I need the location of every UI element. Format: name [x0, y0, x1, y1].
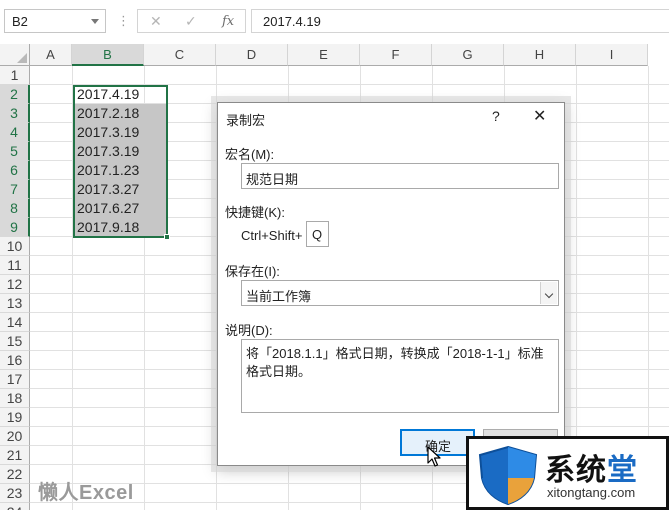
row-header-1[interactable]: 1 — [0, 66, 30, 85]
logo-brand: 系统堂 — [545, 453, 638, 488]
row-header-14[interactable]: 14 — [0, 313, 30, 332]
row-header-21[interactable]: 21 — [0, 446, 30, 465]
row-header-9[interactable]: 9 — [0, 218, 30, 237]
chevron-down-icon[interactable] — [91, 19, 99, 24]
store-in-value: 当前工作簿 — [246, 289, 312, 304]
store-in-label: 保存在(I): — [225, 264, 280, 279]
column-header-b[interactable]: B — [72, 44, 144, 66]
row-header-17[interactable]: 17 — [0, 370, 30, 389]
description-label: 说明(D): — [225, 323, 273, 338]
name-box-value: B2 — [12, 14, 28, 29]
description-input[interactable]: 将「2018.1.1」格式日期，转换成「2018-1-1」标准格式日期。 — [241, 339, 559, 413]
name-box[interactable]: B2 — [4, 9, 106, 33]
insert-function-icon[interactable]: fx — [222, 14, 234, 29]
shortcut-key-input[interactable]: Q — [306, 221, 329, 247]
fill-handle[interactable] — [164, 234, 170, 240]
record-macro-dialog: 录制宏 ? ✕ 宏名(M): 规范日期 快捷键(K): Ctrl+Shift+ … — [217, 102, 565, 466]
row-header-20[interactable]: 20 — [0, 427, 30, 446]
row-header-7[interactable]: 7 — [0, 180, 30, 199]
column-header-h[interactable]: H — [504, 44, 576, 66]
row-header-3[interactable]: 3 — [0, 104, 30, 123]
row-header-10[interactable]: 10 — [0, 237, 30, 256]
store-in-select[interactable]: 当前工作簿 — [241, 280, 559, 306]
row-header-11[interactable]: 11 — [0, 256, 30, 275]
column-header-c[interactable]: C — [144, 44, 216, 66]
row-header-22[interactable]: 22 — [0, 465, 30, 484]
row-header-6[interactable]: 6 — [0, 161, 30, 180]
description-value: 将「2018.1.1」格式日期，转换成「2018-1-1」标准格式日期。 — [246, 346, 544, 379]
row-header-23[interactable]: 23 — [0, 484, 30, 503]
cancel-icon[interactable]: ✕ — [150, 13, 162, 30]
shortcut-key-value: Q — [312, 227, 323, 242]
row-header-13[interactable]: 13 — [0, 294, 30, 313]
help-button[interactable]: ? — [492, 108, 500, 124]
macro-name-value: 规范日期 — [246, 172, 299, 187]
row-header-5[interactable]: 5 — [0, 142, 30, 161]
column-header-d[interactable]: D — [216, 44, 288, 66]
logo-site: xitongtang.com — [547, 485, 636, 500]
close-button[interactable]: ✕ — [533, 106, 546, 126]
column-header-e[interactable]: E — [288, 44, 360, 66]
selection-range — [73, 85, 170, 240]
row-header-12[interactable]: 12 — [0, 275, 30, 294]
macro-name-label: 宏名(M): — [225, 147, 275, 162]
mouse-pointer-icon — [427, 446, 441, 467]
column-header-g[interactable]: G — [432, 44, 504, 66]
column-header-a[interactable]: A — [30, 44, 72, 66]
check-icon[interactable]: ✓ — [185, 13, 197, 30]
site-logo: 系统堂 xitongtang.com — [466, 436, 669, 510]
formula-bar-grip-icon: ⋮ — [117, 13, 130, 28]
watermark: 懒人Excel — [38, 482, 134, 504]
row-header-8[interactable]: 8 — [0, 199, 30, 218]
row-header-19[interactable]: 19 — [0, 408, 30, 427]
shortcut-label: 快捷键(K): — [225, 205, 285, 220]
select-all-button[interactable] — [0, 44, 30, 66]
row-header-4[interactable]: 4 — [0, 123, 30, 142]
row-header-18[interactable]: 18 — [0, 389, 30, 408]
row-header-16[interactable]: 16 — [0, 351, 30, 370]
row-header-24[interactable]: 24 — [0, 503, 30, 510]
formula-buttons: ✕ ✓ fx — [137, 9, 246, 33]
chevron-down-icon[interactable] — [540, 282, 557, 304]
column-header-f[interactable]: F — [360, 44, 432, 66]
formula-input[interactable]: 2017.4.19 — [251, 9, 669, 33]
formula-value: 2017.4.19 — [263, 14, 321, 29]
dialog-title: 录制宏 — [226, 113, 266, 128]
formula-bar: B2 ⋮ ✕ ✓ fx 2017.4.19 — [0, 0, 669, 44]
column-header-i[interactable]: I — [576, 44, 648, 66]
row-header-2[interactable]: 2 — [0, 85, 30, 104]
shield-icon — [478, 445, 538, 506]
shortcut-prefix: Ctrl+Shift+ — [241, 228, 303, 243]
row-header-15[interactable]: 15 — [0, 332, 30, 351]
macro-name-input[interactable]: 规范日期 — [241, 163, 559, 189]
